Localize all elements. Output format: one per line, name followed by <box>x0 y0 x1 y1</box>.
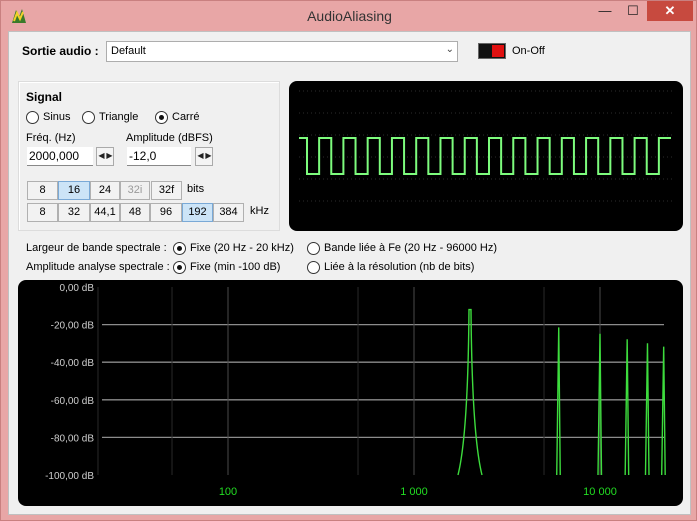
bits-button-32i: 32i <box>120 181 150 200</box>
spectrum-peak <box>457 308 483 476</box>
spectrum-peak <box>556 327 561 476</box>
bits-button-32f[interactable]: 32f <box>151 181 182 200</box>
chevron-down-icon: ⌄ <box>445 44 454 55</box>
radio-carre[interactable] <box>155 111 168 124</box>
y-tick-label: -60,00 dB <box>51 396 95 407</box>
oscilloscope-svg <box>299 90 673 202</box>
rate-button-96[interactable]: 96 <box>150 203 182 222</box>
amplitude-input[interactable]: -12,0 <box>127 147 191 166</box>
radio-amplitude-bits[interactable] <box>307 261 320 274</box>
x-tick-label: 10 000 <box>583 486 617 498</box>
arrow-right-icon[interactable]: ▶ <box>106 151 113 160</box>
radio-sinus[interactable] <box>26 111 39 124</box>
radio-bandwidth-fixed[interactable] <box>173 242 186 255</box>
spectrum-display: 0,00 dB -20,00 dB -40,00 dB -60,00 dB -80,00… <box>18 280 683 506</box>
bits-button-24[interactable]: 24 <box>90 181 120 200</box>
amplitude-fixed-label: Fixe (min -100 dB) <box>190 261 281 273</box>
radio-carre-label: Carré <box>172 111 200 123</box>
y-tick-label: 0,00 dB <box>60 283 95 294</box>
client-area: Sortie audio : Default ⌄ On-Off Signal S… <box>8 31 691 515</box>
app-window: AudioAliasing — ☐ ✕ Sortie audio : Defau… <box>0 0 697 521</box>
rate-button-48[interactable]: 48 <box>120 203 150 222</box>
oscilloscope-display <box>289 81 683 231</box>
y-tick-label: -20,00 dB <box>51 321 95 332</box>
rate-button-8[interactable]: 8 <box>27 203 58 222</box>
amplitude-bits-label: Liée à la résolution (nb de bits) <box>324 261 475 273</box>
radio-triangle-label: Triangle <box>99 111 139 123</box>
toggle-indicator <box>492 45 504 57</box>
y-tick-label: -80,00 dB <box>51 433 95 444</box>
radio-amplitude-fixed[interactable] <box>173 261 186 274</box>
rate-button-44-1[interactable]: 44,1 <box>90 203 120 222</box>
signal-title: Signal <box>26 90 63 104</box>
audio-output-select[interactable]: Default ⌄ <box>106 41 458 62</box>
radio-triangle[interactable] <box>82 111 95 124</box>
x-tick-label: 100 <box>219 486 237 498</box>
on-off-label: On-Off <box>512 45 545 57</box>
maximize-button[interactable]: ☐ <box>619 1 647 21</box>
audio-output-label: Sortie audio : <box>22 44 99 58</box>
freq-label: Fréq. (Hz) <box>26 132 76 144</box>
minimize-button[interactable]: — <box>591 1 619 21</box>
bits-button-16[interactable]: 16 <box>58 181 90 200</box>
x-tick-label: 1 000 <box>400 486 428 498</box>
bandwidth-label: Largeur de bande spectrale : <box>26 242 167 254</box>
y-tick-label: -100,00 dB <box>45 471 94 482</box>
title-bar[interactable]: AudioAliasing — ☐ ✕ <box>1 1 697 31</box>
rate-button-192[interactable]: 192 <box>182 203 213 222</box>
close-button[interactable]: ✕ <box>647 1 693 21</box>
bits-button-8[interactable]: 8 <box>27 181 58 200</box>
arrow-left-icon[interactable]: ◀ <box>197 151 204 160</box>
rate-button-32[interactable]: 32 <box>58 203 90 222</box>
rate-unit-label: kHz <box>250 205 269 217</box>
spectrum-peak <box>624 339 630 476</box>
y-tick-label: -40,00 dB <box>51 358 95 369</box>
freq-spinner[interactable]: ◀ ▶ <box>96 147 114 166</box>
radio-sinus-label: Sinus <box>43 111 71 123</box>
rate-button-384[interactable]: 384 <box>213 203 244 222</box>
bandwidth-fixed-label: Fixe (20 Hz - 20 kHz) <box>190 242 294 254</box>
bits-unit-label: bits <box>187 183 205 195</box>
amplitude-analysis-label: Amplitude analyse spectrale : <box>26 261 170 273</box>
spectrum-peak <box>660 346 666 476</box>
scope-trace <box>299 137 671 175</box>
amplitude-spinner[interactable]: ◀ ▶ <box>195 147 213 166</box>
on-off-toggle[interactable] <box>478 43 506 59</box>
arrow-right-icon[interactable]: ▶ <box>205 151 212 160</box>
arrow-left-icon[interactable]: ◀ <box>98 151 105 160</box>
signal-group: Signal Sinus Triangle Carré Fréq. (Hz) A… <box>18 81 280 231</box>
radio-bandwidth-fe[interactable] <box>307 242 320 255</box>
freq-input[interactable]: 2000,000 <box>27 147 93 166</box>
spectrum-peak <box>644 343 650 476</box>
audio-output-value: Default <box>111 45 146 57</box>
spectrum-svg: 0,00 dB -20,00 dB -40,00 dB -60,00 dB -80,00… <box>45 283 666 498</box>
amplitude-label: Amplitude (dBFS) <box>126 132 213 144</box>
bandwidth-fe-label: Bande liée à Fe (20 Hz - 96000 Hz) <box>324 242 498 254</box>
